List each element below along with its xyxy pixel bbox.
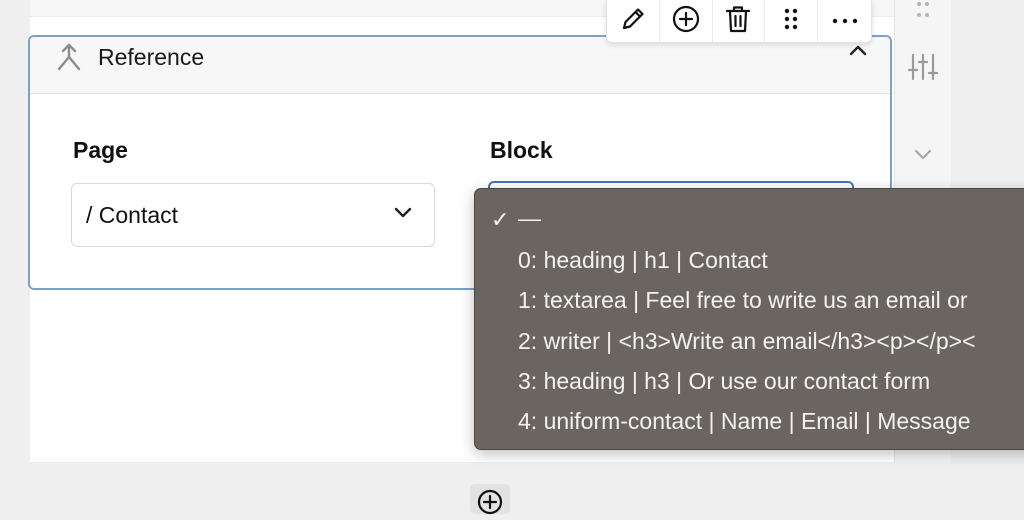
checkmark-icon: ✓ xyxy=(491,207,510,232)
edit-button[interactable] xyxy=(607,0,660,42)
dropdown-option[interactable]: 1: textarea | Feel free to write us an e… xyxy=(518,287,968,314)
more-options-button[interactable] xyxy=(818,0,871,42)
insert-button[interactable] xyxy=(660,0,713,42)
settings-sliders-icon[interactable] xyxy=(906,52,940,82)
merge-icon xyxy=(56,43,82,76)
page-select-value: / Contact xyxy=(86,201,179,228)
page-select[interactable]: / Contact xyxy=(71,183,435,247)
page-field-label: Page xyxy=(73,137,128,163)
block-select-dropdown: ✓ — 0: heading | h1 | Contact 1: textare… xyxy=(474,188,1024,450)
block-toolbar xyxy=(606,0,872,43)
delete-button[interactable] xyxy=(713,0,766,42)
block-title: Reference xyxy=(98,44,205,70)
drag-handle-icon xyxy=(782,7,800,36)
block-header[interactable]: Reference xyxy=(30,37,890,94)
trash-icon xyxy=(725,5,751,38)
pencil-icon xyxy=(620,6,646,37)
block-field-label: Block xyxy=(490,137,553,163)
chevron-down-icon[interactable] xyxy=(906,148,940,162)
add-block-button[interactable] xyxy=(470,484,510,515)
chevron-down-icon xyxy=(394,206,412,224)
dropdown-option[interactable]: 3: heading | h3 | Or use our contact for… xyxy=(518,368,930,395)
sort-handle-button[interactable] xyxy=(765,0,819,42)
more-icon xyxy=(831,12,859,30)
dropdown-option[interactable]: 2: writer | <h3>Write an email</h3><p></… xyxy=(518,328,976,355)
dropdown-option[interactable]: 4: uniform-contact | Name | Email | Mess… xyxy=(518,408,971,435)
dropdown-option[interactable]: — xyxy=(518,205,541,232)
add-circle-icon xyxy=(477,489,503,515)
chevron-up-icon[interactable] xyxy=(848,43,868,62)
dropdown-option[interactable]: 0: heading | h1 | Contact xyxy=(518,247,768,274)
drag-handle-icon[interactable] xyxy=(906,0,940,20)
add-circle-icon xyxy=(672,5,700,38)
